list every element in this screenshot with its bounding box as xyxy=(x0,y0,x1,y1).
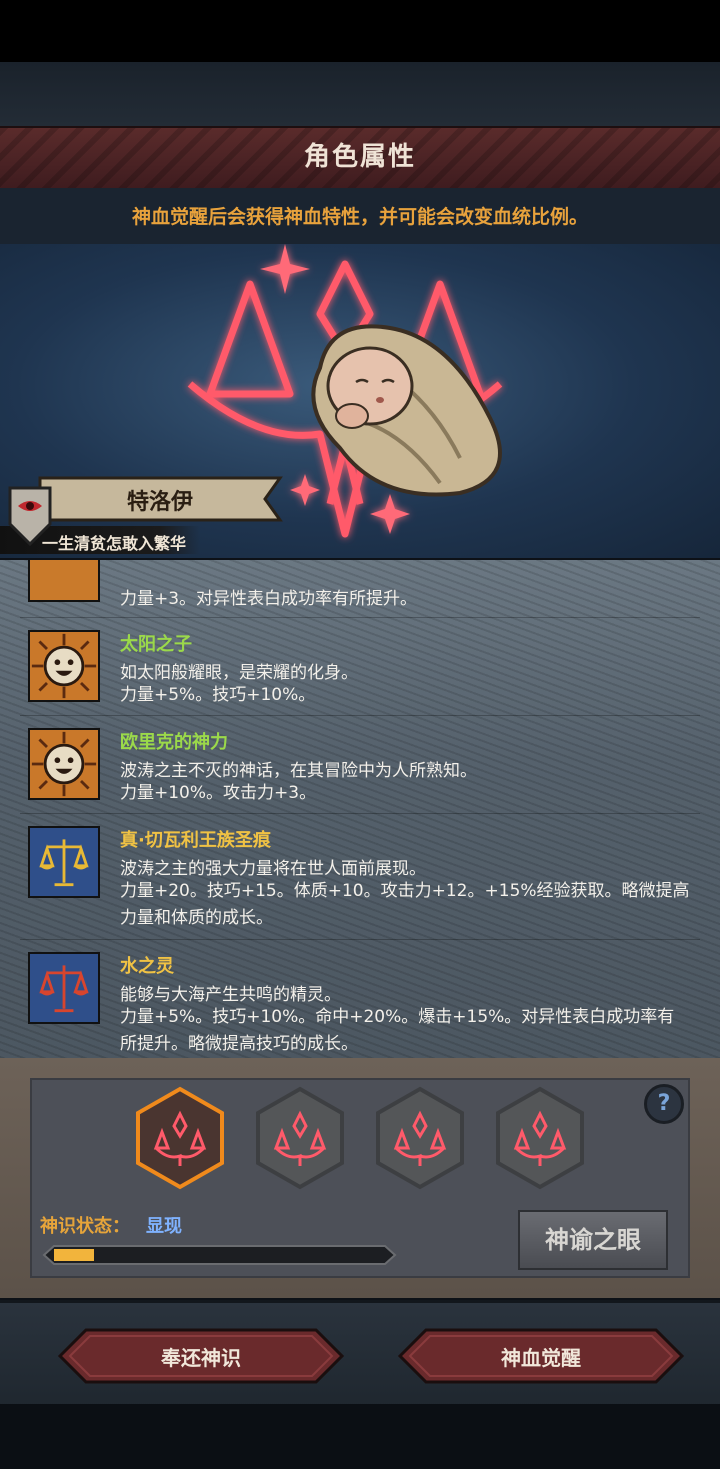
trait-name: 欧里克的神力 xyxy=(120,732,228,753)
baby-portrait xyxy=(311,324,502,497)
trait-effect: 力量+5%。技巧+10%。 xyxy=(120,685,316,705)
trait-desc: 能够与大海产生共鸣的精灵。 xyxy=(120,985,341,1005)
sun-face-icon xyxy=(28,728,100,800)
divine-progress-bar xyxy=(42,1245,397,1265)
divine-status-label: 神识状态： xyxy=(40,1216,130,1237)
page-title: 角色属性 xyxy=(303,142,416,172)
divine-slot-2[interactable] xyxy=(254,1086,346,1190)
divine-slot-1[interactable] xyxy=(134,1086,226,1190)
sun-face-icon xyxy=(28,630,100,702)
trait-effect: 力量+20。技巧+15。体质+10。攻击力+12。+15%经验获取。略微提高力量… xyxy=(120,881,690,928)
golden-scales-icon xyxy=(28,826,100,898)
eye-shield-icon xyxy=(8,486,52,547)
top-strip xyxy=(0,62,720,126)
trait-name: 真·切瓦利王族圣痕 xyxy=(120,830,271,851)
list-item: 力量+3。对异性表白成功率有所提升。 xyxy=(0,560,720,618)
divine-slot-4[interactable] xyxy=(494,1086,586,1190)
oracle-eye-button[interactable]: 神谕之眼 xyxy=(518,1210,668,1270)
status-bar-area xyxy=(0,0,720,62)
trait-list[interactable]: 力量+3。对异性表白成功率有所提升。 太阳之子 如太阳般耀眼，是荣耀的化身。 力… xyxy=(0,560,720,1058)
help-button[interactable]: ? xyxy=(644,1084,684,1124)
trait-effect: 力量+10%。攻击力+3。 xyxy=(120,783,317,803)
nav-bar-area xyxy=(0,1404,720,1469)
character-motto: 一生清贫怎敢入繁华 xyxy=(42,534,187,553)
list-item: 水之灵 能够与大海产生共鸣的精灵。 力量+5%。技巧+10%。命中+20%。爆击… xyxy=(0,942,720,1058)
divine-status-value: 显现 xyxy=(146,1216,182,1237)
trait-effect: 力量+3。对异性表白成功率有所提升。 xyxy=(120,589,418,609)
trait-name: 太阳之子 xyxy=(120,634,192,655)
character-name: 特洛伊 xyxy=(126,490,193,515)
return-divine-label[interactable]: 奉还神识 xyxy=(56,1342,346,1371)
list-item: 欧里克的神力 波涛之主不灭的神话，在其冒险中为人所熟知。 力量+10%。攻击力+… xyxy=(0,718,720,814)
divine-slot-3[interactable] xyxy=(374,1086,466,1190)
list-item: 太阳之子 如太阳般耀眼，是荣耀的化身。 力量+5%。技巧+10%。 xyxy=(0,620,720,716)
trait-desc: 波涛之主的强大力量将在世人面前展现。 xyxy=(120,859,426,879)
trait-desc: 如太阳般耀眼，是荣耀的化身。 xyxy=(120,663,358,683)
trait-effect: 力量+5%。技巧+10%。命中+20%。爆击+15%。对异性表白成功率有所提升。… xyxy=(120,1007,675,1054)
trait-name: 水之灵 xyxy=(120,956,174,977)
list-item: 真·切瓦利王族圣痕 波涛之主的强大力量将在世人面前展现。 力量+20。技巧+15… xyxy=(0,816,720,940)
hint-text: 神血觉醒后会获得神血特性，并可能会改变血统比例。 xyxy=(131,206,588,228)
blood-awaken-label[interactable]: 神血觉醒 xyxy=(396,1342,686,1371)
red-scales-icon xyxy=(28,952,100,1024)
trait-desc: 波涛之主不灭的神话，在其冒险中为人所熟知。 xyxy=(120,761,477,781)
sun-face-icon xyxy=(28,560,100,602)
